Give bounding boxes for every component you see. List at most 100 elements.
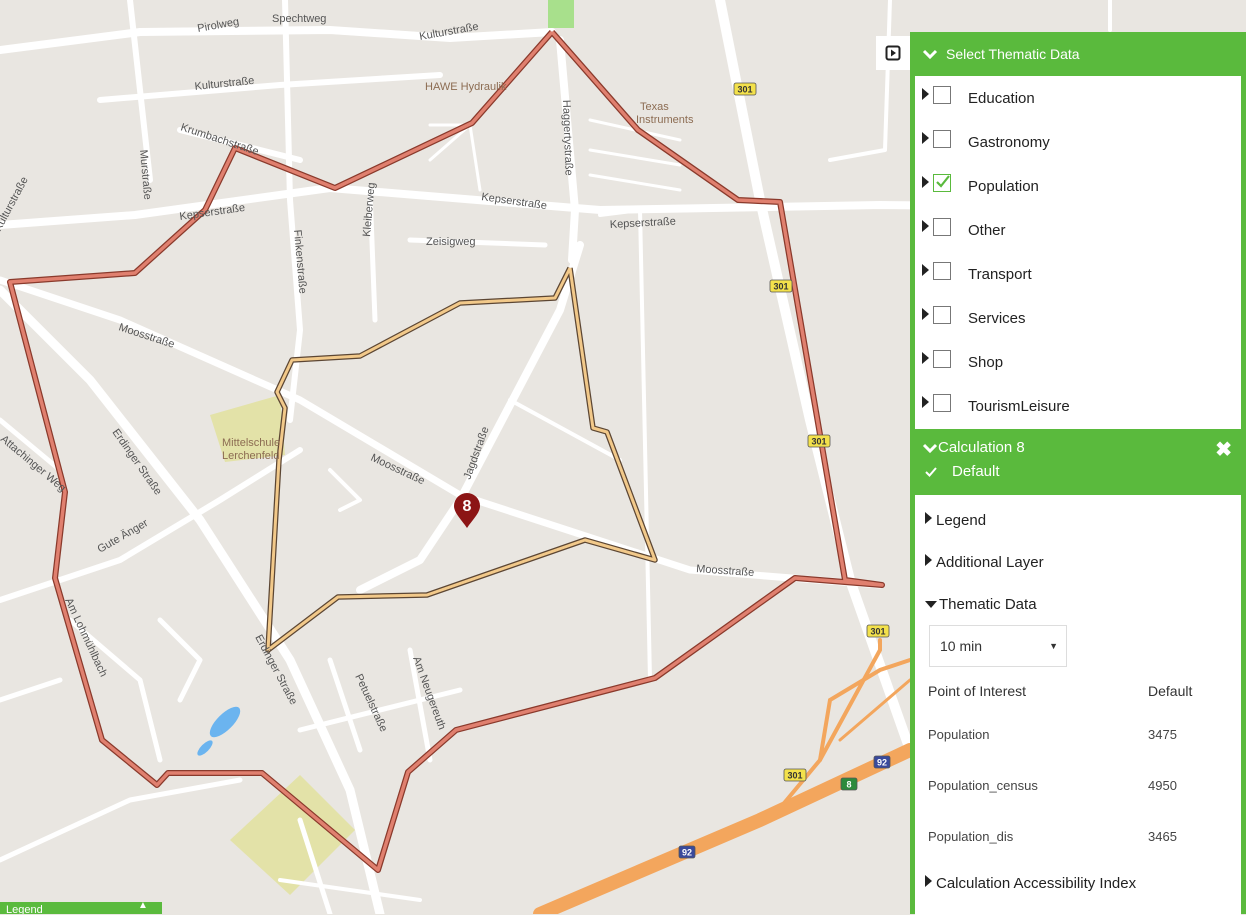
theme-item-transport[interactable]: Transport: [915, 252, 1241, 296]
caret-right-icon[interactable]: [922, 132, 929, 144]
theme-checkbox[interactable]: [933, 86, 951, 104]
svg-text:301: 301: [787, 771, 802, 781]
theme-label: Gastronomy: [968, 133, 1050, 151]
check-icon: [925, 466, 937, 477]
additional-layer-label: Additional Layer: [936, 553, 1044, 571]
caret-right-icon[interactable]: [922, 264, 929, 276]
table-cell: Population_dis: [928, 829, 1014, 844]
road-shield-icon: 301: [866, 624, 890, 638]
theme-label: Other: [968, 221, 1006, 239]
caret-right-icon: [925, 875, 932, 887]
legend-section-label: Legend: [936, 511, 987, 529]
side-panel: Select Thematic Data Education Gastronomy…: [910, 32, 1246, 915]
table-cell: 4950: [1148, 778, 1177, 793]
street-label: Zeisigweg: [426, 236, 476, 248]
road-shield-icon: 301: [733, 82, 757, 96]
theme-label: Shop: [968, 353, 1004, 371]
calculation-body: Legend Additional Layer Thematic Data 10…: [915, 495, 1241, 915]
theme-item-tourismleisure[interactable]: TourismLeisure: [915, 384, 1241, 428]
theme-item-other[interactable]: Other: [915, 208, 1241, 252]
calculation-title: Calculation 8: [938, 439, 1025, 456]
map-legend-tab[interactable]: Legend ▲: [0, 902, 162, 914]
theme-checkbox[interactable]: [933, 262, 951, 280]
theme-label: Transport: [968, 265, 1032, 283]
calculation-subtitle: Default: [952, 463, 1000, 480]
poi-label: Mittelschule: [222, 437, 280, 449]
theme-label: Services: [968, 309, 1026, 327]
theme-label: TourismLeisure: [968, 397, 1070, 415]
road-shield-icon: 92: [678, 845, 696, 859]
table-row: Population 3475: [915, 709, 1241, 760]
chevron-down-icon: [922, 49, 938, 60]
park-area: [548, 0, 574, 28]
caret-right-icon: [925, 554, 932, 566]
svg-text:301: 301: [737, 85, 752, 95]
theme-checkbox[interactable]: [933, 130, 951, 148]
svg-text:301: 301: [811, 437, 826, 447]
map-legend-label: Legend: [6, 904, 43, 914]
road-shield-icon: 92: [873, 755, 891, 769]
thematic-data-section-label: Thematic Data: [939, 595, 1037, 613]
road-shield-icon: 301: [783, 768, 807, 782]
chevron-down-icon: [922, 443, 938, 453]
road-shield-icon: 301: [769, 279, 793, 293]
poi-label: Instruments: [636, 114, 694, 126]
table-row: Population_dis 3465: [915, 811, 1241, 862]
check-icon: [936, 175, 950, 188]
thematic-data-header[interactable]: Select Thematic Data: [910, 32, 1246, 76]
theme-item-shop[interactable]: Shop: [915, 340, 1241, 384]
theme-checkbox[interactable]: [933, 174, 951, 192]
play-square-icon: [885, 45, 901, 61]
table-cell: Population_census: [928, 778, 1038, 793]
chevron-up-icon: ▲: [138, 902, 148, 911]
svg-text:92: 92: [682, 848, 692, 858]
theme-label: Education: [968, 89, 1035, 107]
poi-label: HAWE Hydraulik: [425, 81, 507, 93]
caret-right-icon[interactable]: [922, 176, 929, 188]
legend-section-toggle[interactable]: Legend: [915, 495, 1241, 541]
svg-text:8: 8: [846, 780, 851, 790]
calculation-header[interactable]: Calculation 8 Default ✖: [910, 429, 1246, 495]
poi-label: Lerchenfeld: [222, 450, 280, 462]
marker-label: 8: [463, 498, 472, 515]
accessibility-index-toggle[interactable]: Calculation Accessibility Index: [915, 862, 1241, 904]
accessibility-index-label: Calculation Accessibility Index: [936, 874, 1137, 892]
road-shield-icon: 301: [807, 434, 831, 448]
caret-right-icon: [925, 512, 932, 524]
time-select[interactable]: 10 min ▼: [929, 625, 1067, 667]
theme-list: Education Gastronomy Population Other Transp…: [915, 76, 1241, 429]
table-header-cell: Default: [1148, 683, 1193, 699]
road-shield-icon: 8: [840, 777, 858, 791]
svg-text:301: 301: [870, 627, 885, 637]
caret-down-icon: [925, 600, 937, 608]
caret-right-icon[interactable]: [922, 220, 929, 232]
street-label: Spechtweg: [272, 13, 326, 25]
caret-right-icon[interactable]: [922, 352, 929, 364]
close-icon[interactable]: ✖: [1215, 437, 1232, 462]
panel-toggle-button[interactable]: [876, 36, 910, 70]
svg-text:301: 301: [773, 282, 788, 292]
thematic-data-title: Select Thematic Data: [946, 46, 1080, 62]
svg-text:92: 92: [877, 758, 887, 768]
additional-layer-toggle[interactable]: Additional Layer: [915, 541, 1241, 583]
table-header-cell: Point of Interest: [928, 683, 1027, 699]
poi-table-header: Point of Interest Default: [915, 673, 1241, 709]
theme-checkbox[interactable]: [933, 306, 951, 324]
caret-right-icon[interactable]: [922, 396, 929, 408]
theme-checkbox[interactable]: [933, 394, 951, 412]
table-cell: 3465: [1148, 829, 1177, 844]
theme-checkbox[interactable]: [933, 350, 951, 368]
theme-item-services[interactable]: Services: [915, 296, 1241, 340]
table-cell: 3475: [1148, 727, 1177, 742]
theme-item-gastronomy[interactable]: Gastronomy: [915, 120, 1241, 164]
poi-table: Point of Interest Default Population 3475 Po…: [915, 673, 1241, 862]
theme-item-education[interactable]: Education: [915, 76, 1241, 120]
thematic-data-section-toggle[interactable]: Thematic Data: [915, 583, 1241, 625]
dropdown-arrow-icon: ▼: [1049, 641, 1058, 651]
caret-right-icon[interactable]: [922, 88, 929, 100]
theme-label: Population: [968, 177, 1039, 195]
theme-checkbox[interactable]: [933, 218, 951, 236]
table-row: Population_census 4950: [915, 760, 1241, 811]
caret-right-icon[interactable]: [922, 308, 929, 320]
theme-item-population[interactable]: Population: [915, 164, 1241, 208]
